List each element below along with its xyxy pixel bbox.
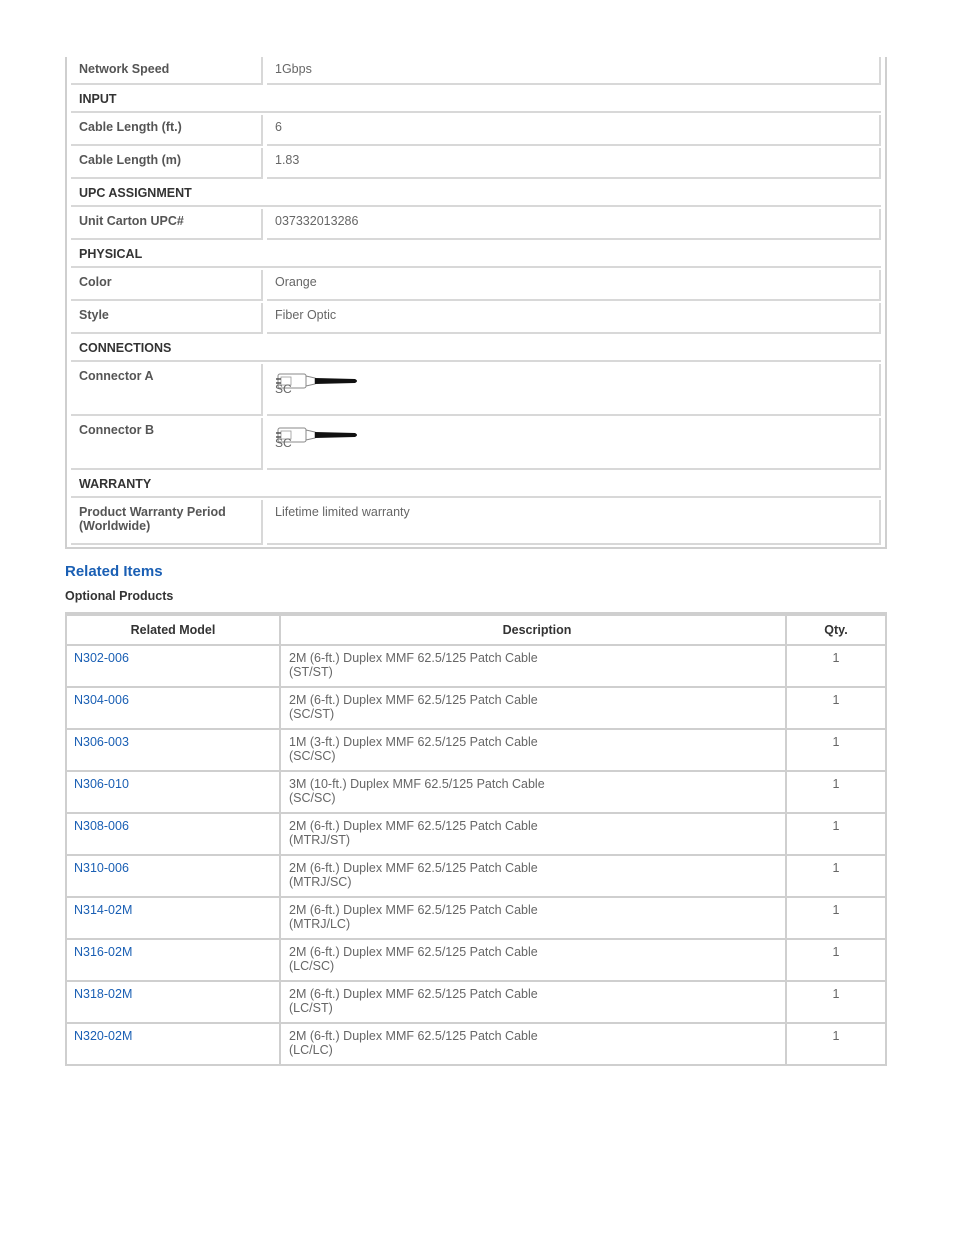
spec-label: Cable Length (m) [71, 148, 263, 179]
spec-row-network-speed: Network Speed 1Gbps [71, 57, 881, 85]
section-header-connections: CONNECTIONS [71, 336, 881, 362]
qty-value: 1 [787, 646, 885, 688]
related-items-heading: Related Items [65, 563, 163, 580]
qty-value: 1 [832, 1029, 840, 1043]
spec-row-warranty-period: Product Warranty Period (Worldwide) Life… [71, 500, 881, 545]
related-model-link[interactable]: N316-02M [74, 945, 132, 959]
table-row: N310-006 2M (6-ft.) Duplex MMF 62.5/125 … [67, 856, 885, 898]
description-line: (MTRJ/ST) [289, 833, 351, 847]
spec-label: Style [71, 303, 263, 334]
description-line: 2M (6-ft.) Duplex MMF 62.5/125 Patch Cab… [289, 861, 538, 875]
related-model-link[interactable]: N306-010 [74, 777, 129, 791]
section-header-input: INPUT [71, 87, 881, 113]
description-line: 1M (3-ft.) Duplex MMF 62.5/125 Patch Cab… [289, 735, 538, 749]
description-line: (SC/SC) [289, 791, 336, 805]
spec-row-style: Style Fiber Optic [71, 303, 881, 334]
table-row: N318-02M 2M (6-ft.) Duplex MMF 62.5/125 … [67, 982, 885, 1024]
spec-value: Lifetime limited warranty [267, 500, 881, 545]
related-model-link[interactable]: N318-02M [74, 987, 132, 1001]
description-line: 2M (6-ft.) Duplex MMF 62.5/125 Patch Cab… [289, 819, 538, 833]
description-line: (MTRJ/SC) [289, 875, 352, 889]
spec-label: Connector A [71, 364, 263, 416]
section-header-upc: UPC ASSIGNMENT [71, 181, 881, 207]
column-header-qty: Qty. [787, 616, 885, 646]
section-header-physical: PHYSICAL [71, 242, 881, 268]
description-line: (SC/ST) [289, 707, 335, 721]
description-line: 2M (6-ft.) Duplex MMF 62.5/125 Patch Cab… [289, 1029, 538, 1043]
description-line: (LC/LC) [289, 1043, 333, 1057]
spec-label: Network Speed [71, 57, 263, 85]
qty-value: 1 [787, 772, 885, 814]
spec-label: Color [71, 270, 263, 301]
description-line: 2M (6-ft.) Duplex MMF 62.5/125 Patch Cab… [289, 945, 538, 959]
related-model-link[interactable]: N310-006 [74, 861, 129, 875]
table-row: N302-006 2M (6-ft.) Duplex MMF 62.5/125 … [67, 646, 885, 688]
section-header-warranty: WARRANTY [71, 472, 881, 498]
specifications-table: Network Speed 1Gbps INPUT Cable Length (… [65, 57, 887, 549]
spec-value: 037332013286 [267, 209, 881, 240]
qty-value: 1 [787, 856, 885, 898]
column-header-model: Related Model [67, 616, 281, 646]
spec-row-cable-length-ft: Cable Length (ft.) 6 [71, 115, 881, 146]
table-row: N320-02M 2M (6-ft.) Duplex MMF 62.5/125 … [67, 1024, 885, 1064]
qty-value: 1 [787, 814, 885, 856]
connector-type-label: SC [275, 436, 292, 450]
spec-label: Unit Carton UPC# [71, 209, 263, 240]
spec-value: 1Gbps [267, 57, 881, 85]
spec-row-unit-carton-upc: Unit Carton UPC# 037332013286 [71, 209, 881, 240]
description-line: (LC/SC) [289, 959, 335, 973]
qty-value: 1 [787, 898, 885, 940]
table-row: N304-006 2M (6-ft.) Duplex MMF 62.5/125 … [67, 688, 885, 730]
related-model-link[interactable]: N320-02M [74, 1029, 132, 1043]
spec-row-connector-a: Connector A SC [71, 364, 881, 416]
description-line: 2M (6-ft.) Duplex MMF 62.5/125 Patch Cab… [289, 903, 538, 917]
table-row: N306-003 1M (3-ft.) Duplex MMF 62.5/125 … [67, 730, 885, 772]
description-line: (SC/SC) [289, 749, 336, 763]
spec-row-color: Color Orange [71, 270, 881, 301]
related-model-link[interactable]: N304-006 [74, 693, 129, 707]
related-model-link[interactable]: N302-006 [74, 651, 129, 665]
spec-value: SC [267, 418, 881, 470]
table-row: N308-006 2M (6-ft.) Duplex MMF 62.5/125 … [67, 814, 885, 856]
table-row: N316-02M 2M (6-ft.) Duplex MMF 62.5/125 … [67, 940, 885, 982]
spec-value: Fiber Optic [267, 303, 881, 334]
spec-value: 1.83 [267, 148, 881, 179]
related-model-link[interactable]: N308-006 [74, 819, 129, 833]
description-line: 2M (6-ft.) Duplex MMF 62.5/125 Patch Cab… [289, 693, 538, 707]
related-items-table: Related Model Description Qty. N302-006 … [65, 612, 887, 1066]
spec-label: Product Warranty Period (Worldwide) [71, 500, 263, 545]
column-header-description: Description [281, 616, 787, 646]
description-line: (ST/ST) [289, 665, 333, 679]
description-line: 3M (10-ft.) Duplex MMF 62.5/125 Patch Ca… [289, 777, 545, 791]
qty-value: 1 [787, 688, 885, 730]
connector-type-label: SC [275, 382, 292, 396]
related-model-link[interactable]: N314-02M [74, 903, 132, 917]
qty-value: 1 [787, 940, 885, 982]
qty-value: 1 [787, 730, 885, 772]
spec-row-connector-b: Connector B SC [71, 418, 881, 470]
table-row: N306-010 3M (10-ft.) Duplex MMF 62.5/125… [67, 772, 885, 814]
related-model-link[interactable]: N306-003 [74, 735, 129, 749]
optional-products-heading: Optional Products [65, 589, 174, 603]
spec-value: 6 [267, 115, 881, 146]
description-line: (LC/ST) [289, 1001, 333, 1015]
qty-value: 1 [787, 982, 885, 1024]
description-line: 2M (6-ft.) Duplex MMF 62.5/125 Patch Cab… [289, 987, 538, 1001]
table-row: N314-02M 2M (6-ft.) Duplex MMF 62.5/125 … [67, 898, 885, 940]
table-header-row: Related Model Description Qty. [67, 616, 885, 646]
spec-label: Connector B [71, 418, 263, 470]
description-line: (MTRJ/LC) [289, 917, 351, 931]
spec-row-cable-length-m: Cable Length (m) 1.83 [71, 148, 881, 179]
spec-label: Cable Length (ft.) [71, 115, 263, 146]
description-line: 2M (6-ft.) Duplex MMF 62.5/125 Patch Cab… [289, 651, 538, 665]
spec-value: SC [267, 364, 881, 416]
spec-value: Orange [267, 270, 881, 301]
